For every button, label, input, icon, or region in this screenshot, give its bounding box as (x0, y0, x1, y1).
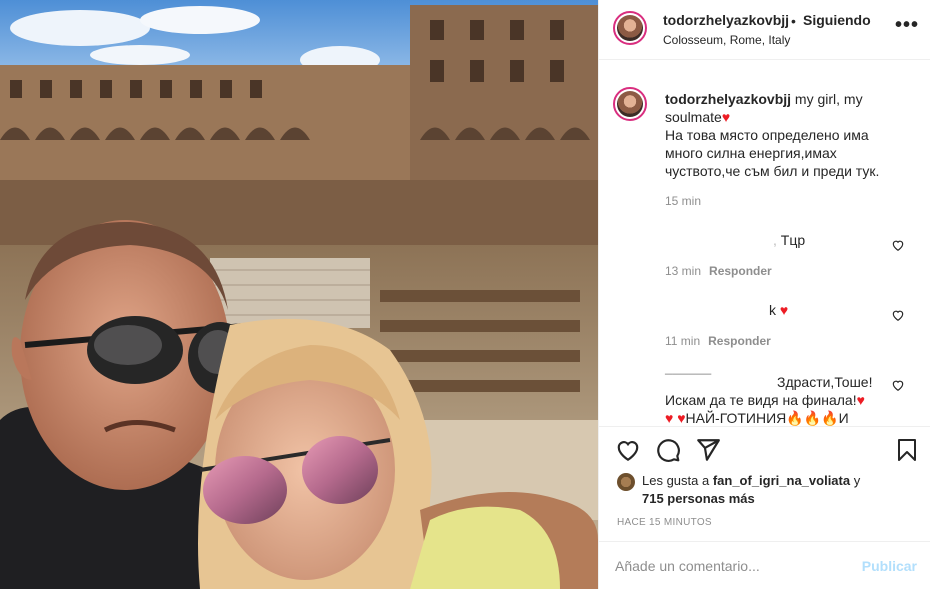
avatar[interactable] (613, 87, 647, 121)
blurred-username: ▔▔▔▔▔▔ (665, 375, 712, 386)
comment-text-line1: Здрасти,Тоше! (777, 374, 873, 390)
caption-body: На това място определено има много силна… (665, 127, 880, 179)
location-link[interactable]: Colosseum, Rome, Italy (663, 33, 790, 47)
heart-emoji-icon: ♥ (677, 410, 686, 426)
post-actions: Les gusta a fan_of_igri_na_voliata y 715 … (599, 426, 930, 590)
publish-button[interactable]: Publicar (862, 558, 917, 574)
heart-emoji-icon: ♥ (856, 392, 865, 408)
separator-dot: • (791, 13, 796, 29)
reply-button[interactable]: Responder (708, 334, 771, 348)
likes-count[interactable]: 715 personas más (642, 491, 755, 506)
caption-username[interactable]: todorzhelyazkovbjj (665, 91, 791, 107)
post-timestamp[interactable]: HACE 15 MINUTOS (617, 517, 712, 528)
blurred-text: , (773, 232, 777, 248)
heart-icon[interactable] (891, 308, 905, 322)
following-button[interactable]: Siguiendo (803, 12, 871, 28)
comment-text: k ♥ (769, 302, 789, 318)
comment-text-line3: ♥ ♥НАЙ-ГОТИНИЯ🔥🔥🔥И (665, 410, 849, 426)
likes-mid: y (850, 473, 861, 488)
likes-summary: Les gusta a fan_of_igri_na_voliata y 715 … (617, 472, 887, 508)
heart-icon[interactable] (891, 378, 905, 392)
comment-icon[interactable] (655, 437, 681, 463)
likes-prefix: Les gusta a (642, 473, 713, 488)
bookmark-icon[interactable] (895, 437, 919, 463)
add-comment-bar: Añade un comentario... Publicar (599, 541, 930, 591)
fire-emoji-icon: 🔥🔥🔥 (786, 410, 839, 426)
heart-emoji-icon: ♥ (721, 109, 731, 125)
comment-time: 11 min Responder (665, 334, 771, 348)
heart-emoji-icon: ♥ (779, 302, 789, 318)
heart-icon[interactable] (615, 437, 641, 463)
post-header: todorzhelyazkovbjj • Siguiendo Colosseum… (599, 0, 930, 60)
caption-text: todorzhelyazkovbjj my girl, my soulmate♥… (665, 90, 895, 180)
avatar[interactable] (613, 11, 647, 45)
post-photo[interactable] (0, 0, 598, 589)
heart-emoji-icon: ♥ (665, 410, 674, 426)
comment-input[interactable]: Añade un comentario... (615, 558, 760, 574)
comment-text: , Тцр (773, 232, 806, 248)
colosseum-selfie-image (0, 0, 598, 589)
likes-username[interactable]: fan_of_igri_na_voliata (713, 473, 850, 488)
post-side-panel: todorzhelyazkovbjj • Siguiendo Colosseum… (598, 0, 930, 589)
header-username[interactable]: todorzhelyazkovbjj (663, 12, 789, 28)
share-icon[interactable] (695, 437, 721, 463)
comments-list[interactable]: todorzhelyazkovbjj my girl, my soulmate♥… (599, 60, 930, 426)
heart-icon[interactable] (891, 238, 905, 252)
comment-text-line2: Искам да те видя на финала!♥ (665, 392, 865, 408)
more-icon[interactable]: ••• (895, 14, 919, 37)
caption-time: 15 min (665, 194, 702, 208)
reply-button[interactable]: Responder (709, 264, 772, 278)
comment-time: 13 min Responder (665, 264, 772, 278)
avatar (617, 473, 635, 491)
